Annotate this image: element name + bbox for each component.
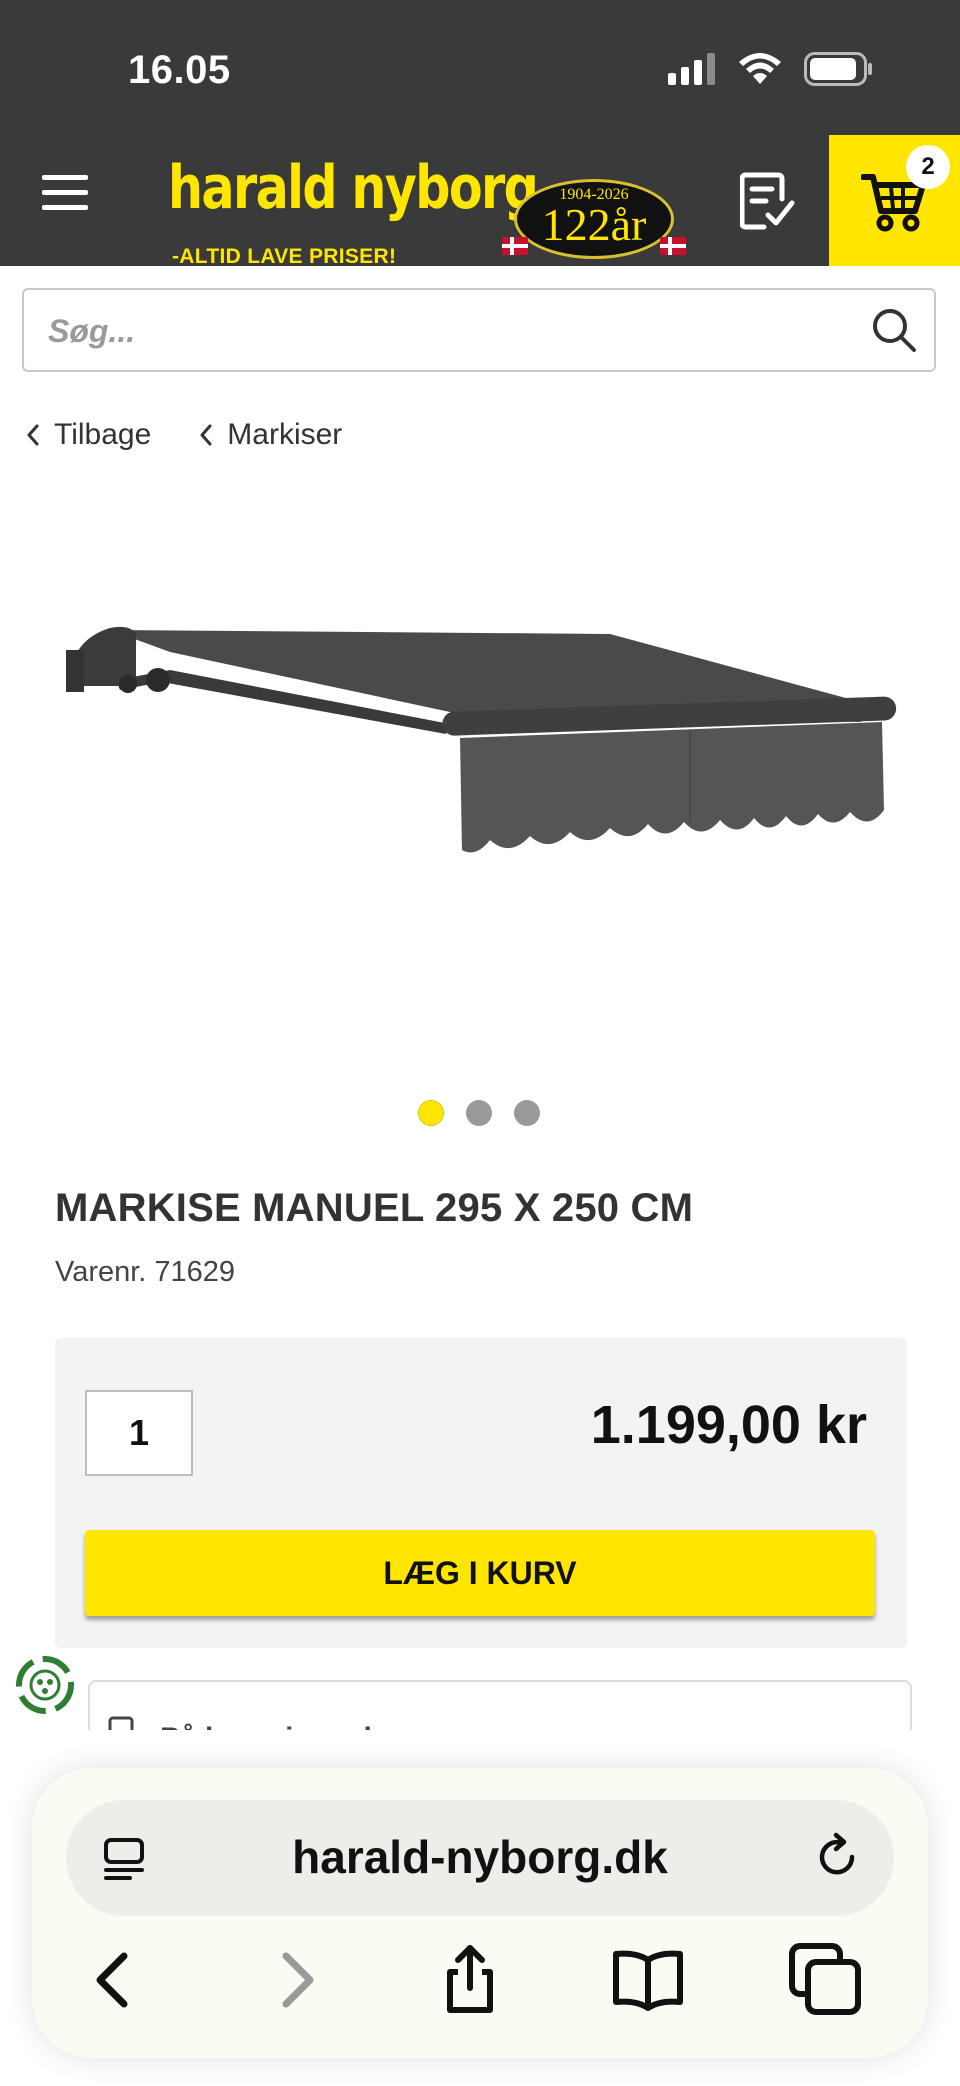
- tabs-icon[interactable]: [786, 1940, 866, 2020]
- carousel-dot-3[interactable]: [514, 1100, 540, 1126]
- site-header: harald nyborg -ALTID LAVE PRISER! 1904-2…: [0, 135, 960, 268]
- shopping-list-icon: [739, 172, 795, 230]
- danish-flag-icon: [660, 237, 686, 255]
- search-bar: [22, 288, 936, 372]
- menu-icon-line: [42, 205, 88, 210]
- back-icon[interactable]: [74, 1940, 154, 2020]
- cart-count-badge: 2: [906, 145, 950, 189]
- forward-icon[interactable]: [256, 1940, 336, 2020]
- shopping-list-button[interactable]: [739, 171, 796, 231]
- search-input[interactable]: [46, 290, 850, 372]
- status-time: 16.05: [128, 48, 231, 92]
- site-logo[interactable]: harald nyborg -ALTID LAVE PRISER! 1904-2…: [168, 153, 688, 268]
- chevron-left-icon: [27, 424, 39, 446]
- stock-info-section[interactable]: På lager i varehus: [88, 1680, 912, 1732]
- carousel-dot-1[interactable]: [418, 1100, 444, 1126]
- logo-tagline: -ALTID LAVE PRISER!: [172, 245, 397, 268]
- signal-icon: [668, 53, 715, 85]
- browser-nav-bar: [0, 1940, 960, 2020]
- carousel-dot-2[interactable]: [466, 1100, 492, 1126]
- menu-button[interactable]: [42, 175, 88, 215]
- logo-wordmark: harald nyborg: [168, 153, 539, 223]
- add-to-cart-button[interactable]: LÆG I KURV: [85, 1530, 875, 1616]
- product-title: MARKISE MANUEL 295 X 250 CM: [55, 1186, 694, 1230]
- danish-flag-icon: [502, 237, 528, 255]
- bookmarks-icon[interactable]: [608, 1940, 688, 2020]
- anniversary-number: 122år: [541, 199, 647, 250]
- menu-icon-line: [42, 190, 88, 195]
- search-icon[interactable]: [870, 306, 918, 354]
- quantity-field[interactable]: 1: [85, 1390, 193, 1476]
- menu-icon-line: [42, 175, 88, 180]
- breadcrumb-back[interactable]: Tilbage: [26, 418, 151, 452]
- product-price: 1.199,00 kr: [590, 1395, 867, 1455]
- breadcrumb-label: Tilbage: [54, 418, 152, 451]
- breadcrumb-label: Markiser: [227, 418, 343, 451]
- breadcrumb: Tilbage Markiser: [26, 418, 342, 452]
- product-image[interactable]: [50, 600, 910, 920]
- product-sku: Varenr. 71629: [55, 1256, 236, 1288]
- address-bar[interactable]: harald-nyborg.dk: [66, 1800, 894, 1916]
- battery-icon: [804, 52, 872, 86]
- cart-button[interactable]: 2: [829, 135, 960, 266]
- top-bar: 16.05 harald nyborg -ALTID LAVE PRISER!: [0, 0, 960, 268]
- buy-box: 1 1.199,00 kr LÆG I KURV: [55, 1338, 907, 1648]
- image-carousel-dots: [418, 1100, 540, 1126]
- share-icon[interactable]: [430, 1940, 510, 2020]
- chevron-left-icon: [200, 424, 212, 446]
- status-icons: [668, 52, 874, 86]
- anniversary-badge: 1904-2026 122år: [514, 179, 674, 259]
- breadcrumb-category[interactable]: Markiser: [199, 418, 342, 452]
- wifi-icon: [739, 53, 781, 84]
- reload-icon[interactable]: [810, 1830, 864, 1884]
- recycle-icon[interactable]: [14, 1654, 76, 1716]
- url-text: harald-nyborg.dk: [292, 1831, 668, 1883]
